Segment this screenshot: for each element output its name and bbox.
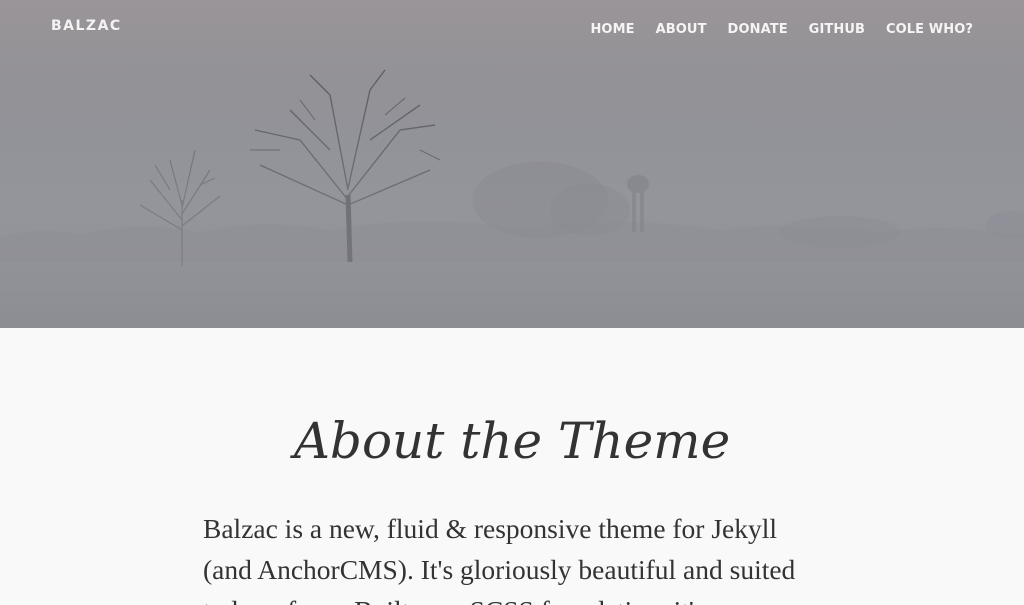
nav-item-home: HOME bbox=[590, 20, 634, 38]
nav-link-home[interactable]: HOME bbox=[590, 22, 634, 37]
nav-menu: HOME ABOUT DONATE GITHUB COLE WHO? bbox=[590, 20, 973, 38]
nav-item-cole-who: COLE WHO? bbox=[886, 20, 973, 38]
main-content: About the Theme Balzac is a new, fluid &… bbox=[0, 328, 1024, 605]
page-title: About the Theme bbox=[293, 412, 731, 470]
nav-link-donate[interactable]: DONATE bbox=[728, 22, 788, 37]
nav-item-about: ABOUT bbox=[656, 20, 707, 38]
nav-item-github: GITHUB bbox=[809, 20, 865, 38]
nav-link-about[interactable]: ABOUT bbox=[656, 22, 707, 37]
nav-link-cole-who[interactable]: COLE WHO? bbox=[886, 22, 973, 37]
brand-logo-link[interactable]: BALZAC bbox=[51, 18, 122, 34]
top-nav: BALZAC HOME ABOUT DONATE GITHUB COLE WHO… bbox=[0, 0, 1024, 56]
nav-link-github[interactable]: GITHUB bbox=[809, 22, 865, 37]
intro-paragraph: Balzac is a new, fluid & responsive them… bbox=[203, 513, 796, 605]
hero-banner: BALZAC HOME ABOUT DONATE GITHUB COLE WHO… bbox=[0, 0, 1024, 328]
nav-item-donate: DONATE bbox=[728, 20, 788, 38]
